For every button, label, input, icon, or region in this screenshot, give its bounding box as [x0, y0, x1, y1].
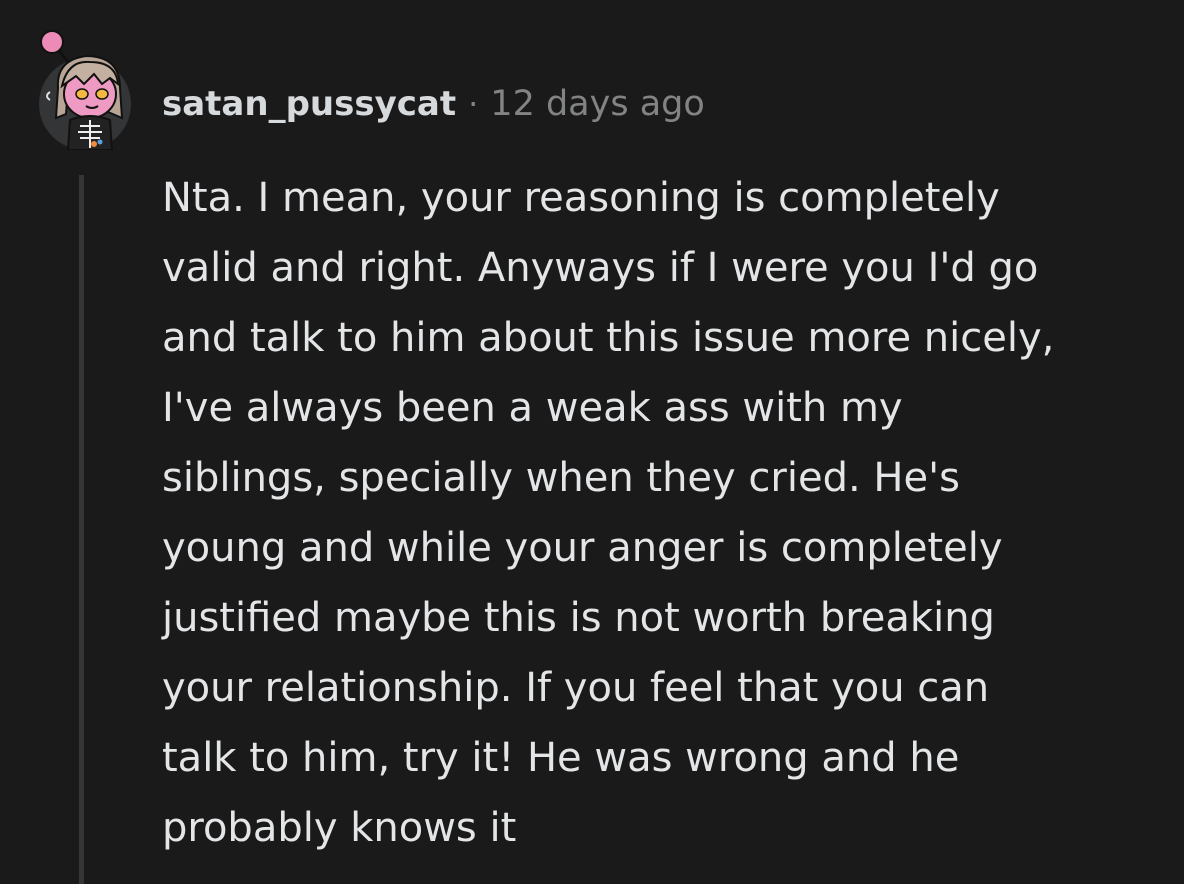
- author-username[interactable]: satan_pussycat: [162, 84, 456, 124]
- meta-separator: ·: [468, 85, 479, 123]
- comment-text-line: siblings, specially when they cried. He'…: [162, 455, 960, 501]
- comment-text-line: valid and right. Anyways if I were you I…: [162, 245, 1039, 291]
- comment-text-line: probably knows it: [162, 805, 517, 851]
- comment: satan_pussycat · 12 days ago Nta. I mean…: [0, 0, 1184, 884]
- thread-line[interactable]: [79, 175, 84, 884]
- comment-text-line: justified maybe this is not worth breaki…: [162, 595, 995, 641]
- comment-body: Nta. I mean, your reasoning is completel…: [162, 163, 1162, 863]
- user-avatar[interactable]: [28, 26, 138, 151]
- comment-text-line: young and while your anger is completely: [162, 525, 1003, 571]
- comment-meta: satan_pussycat · 12 days ago: [162, 82, 705, 126]
- snoo-avatar-icon: [39, 30, 131, 151]
- comment-text-line: and talk to him about this issue more ni…: [162, 315, 1055, 361]
- comment-text-line: your relationship. If you feel that you …: [162, 665, 990, 711]
- comment-text-line: talk to him, try it! He was wrong and he: [162, 735, 960, 781]
- comment-text-line: Nta. I mean, your reasoning is completel…: [162, 175, 1000, 221]
- comment-text-line: I've always been a weak ass with my: [162, 385, 903, 431]
- comment-timestamp[interactable]: 12 days ago: [490, 84, 704, 124]
